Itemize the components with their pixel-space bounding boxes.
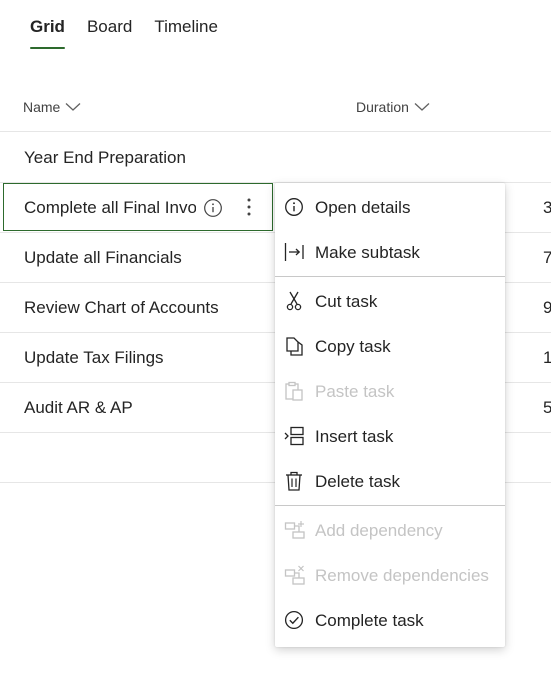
menu-item-paste-task[interactable]: Paste task	[275, 369, 505, 413]
info-icon	[284, 197, 304, 217]
task-name[interactable]: Complete all Final Invoices	[24, 198, 196, 218]
tab-grid-label: Grid	[30, 17, 65, 36]
trash-icon	[284, 471, 304, 491]
name-column-header[interactable]: Name	[23, 99, 81, 115]
menu-item-cut-task[interactable]: Cut task	[275, 279, 505, 323]
more-options-icon[interactable]	[240, 196, 258, 223]
scissors-icon	[284, 291, 304, 311]
menu-item-label: Open details	[315, 198, 411, 217]
tab-timeline-label: Timeline	[154, 17, 218, 36]
menu-item-make-subtask[interactable]: Make subtask	[275, 230, 505, 274]
menu-item-label: Cut task	[315, 292, 378, 311]
task-duration[interactable]: 7	[543, 248, 551, 268]
task-name[interactable]: Year End Preparation	[24, 148, 186, 168]
task-name[interactable]: Update Tax Filings	[24, 348, 164, 368]
menu-item-label: Add dependency	[315, 521, 443, 540]
info-icon[interactable]	[203, 198, 223, 223]
task-context-menu: Open details Make subtask Cut task Copy …	[275, 183, 505, 647]
menu-item-label: Remove dependencies	[315, 566, 489, 585]
duration-column-header[interactable]: Duration	[356, 99, 430, 115]
table-row[interactable]: Year End Preparation	[0, 133, 551, 183]
menu-divider	[275, 276, 505, 277]
tab-board-label: Board	[86, 17, 133, 36]
checkmark-circle-icon	[284, 610, 304, 630]
active-tab-indicator	[30, 47, 65, 49]
task-duration[interactable]: 12	[543, 348, 551, 368]
tab-grid[interactable]: Grid	[30, 0, 65, 52]
make-subtask-icon	[284, 242, 304, 262]
task-duration[interactable]: 3	[543, 198, 551, 218]
menu-item-label: Insert task	[315, 427, 394, 446]
tab-timeline[interactable]: Timeline	[154, 0, 218, 52]
task-name[interactable]: Review Chart of Accounts	[24, 298, 219, 318]
menu-item-remove-dependencies[interactable]: Remove dependencies	[275, 553, 505, 597]
menu-item-add-dependency[interactable]: Add dependency	[275, 508, 505, 552]
add-dependency-icon	[284, 520, 305, 540]
view-tabs: Grid Board Timeline	[30, 0, 240, 52]
paste-icon	[284, 381, 304, 401]
grid-header: Name Duration	[0, 83, 551, 132]
chevron-down-icon	[65, 102, 81, 112]
chevron-down-icon	[414, 102, 430, 112]
menu-item-complete-task[interactable]: Complete task	[275, 598, 505, 642]
menu-item-insert-task[interactable]: Insert task	[275, 414, 505, 458]
menu-item-delete-task[interactable]: Delete task	[275, 459, 505, 503]
planner-grid-view: Grid Board Timeline Name Duration Year E…	[0, 0, 551, 683]
task-name[interactable]: Update all Financials	[24, 248, 182, 268]
task-duration[interactable]: 5	[543, 398, 551, 418]
copy-icon	[284, 336, 304, 356]
menu-item-copy-task[interactable]: Copy task	[275, 324, 505, 368]
menu-item-open-details[interactable]: Open details	[275, 185, 505, 229]
task-duration[interactable]: 9	[543, 298, 551, 318]
tab-board[interactable]: Board	[87, 0, 132, 52]
menu-item-label: Delete task	[315, 472, 401, 491]
menu-divider	[275, 505, 505, 506]
remove-dependencies-icon	[284, 565, 305, 585]
insert-task-icon	[284, 426, 304, 446]
menu-item-label: Paste task	[315, 382, 395, 401]
duration-column-label: Duration	[356, 99, 409, 115]
name-column-label: Name	[23, 99, 61, 115]
menu-item-label: Copy task	[315, 337, 391, 356]
task-name[interactable]: Audit AR & AP	[24, 398, 133, 418]
menu-item-label: Complete task	[315, 611, 424, 630]
menu-item-label: Make subtask	[315, 243, 420, 262]
